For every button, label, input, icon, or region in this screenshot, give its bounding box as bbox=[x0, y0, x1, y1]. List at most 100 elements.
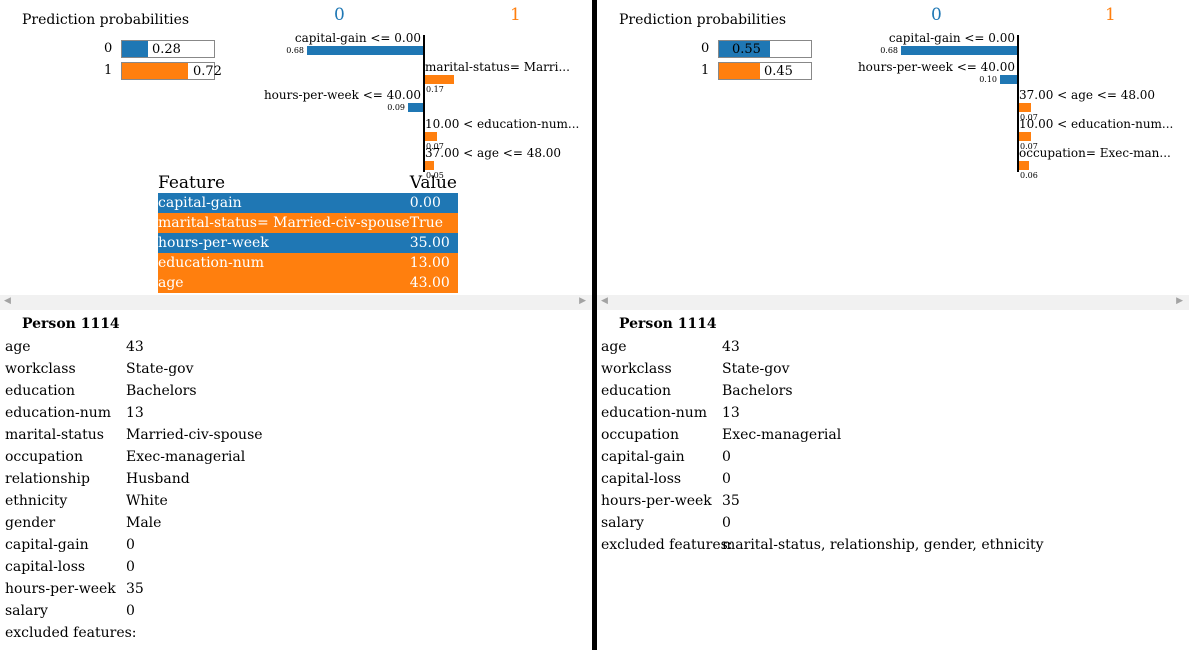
feature-weight-bar bbox=[901, 46, 1017, 55]
feature-weight-value: 0.68 bbox=[880, 46, 898, 55]
class-header-1: 1 bbox=[510, 5, 521, 25]
table-cell-value: 13.00 bbox=[409, 255, 450, 271]
person-attribute-row: salary 0 bbox=[5, 603, 585, 623]
feature-weight-value: 0.09 bbox=[387, 103, 405, 112]
probability-row: 1 0.72 bbox=[0, 62, 240, 80]
table-row: marital-status= Married-civ-spouse True bbox=[158, 213, 458, 233]
attribute-name: capital-loss bbox=[5, 559, 86, 575]
attribute-name: capital-loss bbox=[601, 471, 682, 487]
attribute-value: 0 bbox=[126, 537, 135, 553]
feature-condition-label: hours-per-week <= 40.00 bbox=[263, 88, 421, 102]
person-attribute-row: ethnicity White bbox=[5, 493, 585, 513]
table-cell-feature: capital-gain bbox=[158, 195, 242, 211]
scroll-left-arrow[interactable]: ◀ bbox=[601, 296, 608, 306]
horizontal-scrollbar[interactable]: ◀ ▶ bbox=[597, 295, 1189, 310]
attribute-value: 35 bbox=[722, 493, 740, 509]
class-header-0: 0 bbox=[931, 5, 942, 25]
probability-bar-track: 0.55 bbox=[718, 40, 812, 58]
person-attribute-row: education Bachelors bbox=[5, 383, 585, 403]
feature-weight-bar bbox=[425, 161, 434, 170]
explanation-panel-left: Prediction probabilities 0 0.28 1 0.72 0 1 capi… bbox=[0, 0, 592, 650]
attribute-name: ethnicity bbox=[5, 493, 68, 509]
probability-bar-track: 0.45 bbox=[718, 62, 812, 80]
attribute-name: hours-per-week bbox=[601, 493, 712, 509]
attribute-value: marital-status, relationship, gender, et… bbox=[722, 537, 1044, 553]
attribute-value: 43 bbox=[126, 339, 144, 355]
person-attribute-row: education-num 13 bbox=[5, 405, 585, 425]
probability-value: 0.45 bbox=[764, 64, 793, 79]
person-attribute-row: occupation Exec-managerial bbox=[5, 449, 585, 469]
table-cell-value: True bbox=[409, 215, 444, 231]
attribute-value: Bachelors bbox=[722, 383, 793, 399]
person-attribute-row: relationship Husband bbox=[5, 471, 585, 491]
person-attribute-row: salary 0 bbox=[601, 515, 1181, 535]
class-header-0: 0 bbox=[334, 5, 345, 25]
attribute-value: 0 bbox=[722, 515, 731, 531]
feature-weight-bar bbox=[408, 103, 423, 112]
person-attribute-row: capital-loss 0 bbox=[5, 559, 585, 579]
scroll-right-arrow[interactable]: ▶ bbox=[1176, 296, 1183, 306]
probability-bar-fill bbox=[122, 41, 148, 57]
attribute-name: capital-gain bbox=[601, 449, 685, 465]
table-cell-feature: hours-per-week bbox=[158, 235, 269, 251]
feature-condition-label: 10.00 < education-num... bbox=[1019, 117, 1174, 131]
attribute-name: occupation bbox=[601, 427, 679, 443]
probability-class-label: 1 bbox=[104, 63, 113, 78]
horizontal-scrollbar[interactable]: ◀ ▶ bbox=[0, 295, 592, 310]
table-row: hours-per-week 35.00 bbox=[158, 233, 458, 253]
feature-weight-value: 0.10 bbox=[979, 75, 997, 84]
feature-weight-value: 0.17 bbox=[426, 85, 444, 94]
feature-condition-label: hours-per-week <= 40.00 bbox=[857, 60, 1015, 74]
feature-weight-bar bbox=[425, 132, 437, 141]
explanation-panel-right: Prediction probabilities 0 0.55 1 0.45 0 1 capi… bbox=[597, 0, 1189, 650]
table-header-value: Value bbox=[409, 173, 457, 193]
probability-value: 0.55 bbox=[732, 42, 761, 57]
person-attribute-row: gender Male bbox=[5, 515, 585, 535]
feature-condition-label: 37.00 < age <= 48.00 bbox=[425, 146, 562, 160]
attribute-name: education-num bbox=[5, 405, 112, 421]
scroll-right-arrow[interactable]: ▶ bbox=[579, 296, 586, 306]
probability-value: 0.28 bbox=[152, 42, 181, 57]
feature-weight-value: 0.68 bbox=[286, 46, 304, 55]
person-title: Person 1114 bbox=[619, 316, 717, 332]
attribute-name: marital-status bbox=[5, 427, 104, 443]
probability-bar-track: 0.28 bbox=[121, 40, 215, 58]
feature-weight-bar bbox=[1000, 75, 1017, 84]
feature-condition-label: occupation= Exec-man... bbox=[1019, 146, 1171, 160]
attribute-value: State-gov bbox=[126, 361, 194, 377]
probability-value: 0.72 bbox=[193, 64, 222, 79]
table-cell-value: 43.00 bbox=[409, 275, 450, 291]
feature-condition-label: 37.00 < age <= 48.00 bbox=[1019, 88, 1156, 102]
table-cell-feature: age bbox=[158, 275, 184, 291]
attribute-value: Husband bbox=[126, 471, 190, 487]
attribute-name: hours-per-week bbox=[5, 581, 116, 597]
table-header-feature: Feature bbox=[158, 173, 226, 193]
attribute-value: 0 bbox=[722, 471, 731, 487]
attribute-name: age bbox=[5, 339, 31, 355]
class-header-1: 1 bbox=[1105, 5, 1116, 25]
scroll-left-arrow[interactable]: ◀ bbox=[4, 296, 11, 306]
attribute-name: age bbox=[601, 339, 627, 355]
probability-bar-track: 0.72 bbox=[121, 62, 222, 80]
table-header-row: Feature Value bbox=[158, 173, 458, 193]
person-attribute-row: hours-per-week 35 bbox=[5, 581, 585, 601]
person-attribute-row: marital-status Married-civ-spouse bbox=[5, 427, 585, 447]
probability-row: 0 0.55 bbox=[597, 40, 837, 58]
attribute-value: Male bbox=[126, 515, 162, 531]
person-attribute-row: hours-per-week 35 bbox=[601, 493, 1181, 513]
attribute-name: gender bbox=[5, 515, 56, 531]
attribute-value: 0 bbox=[126, 559, 135, 575]
feature-weight-value: 0.06 bbox=[1020, 171, 1038, 180]
feature-weight-bar bbox=[425, 75, 454, 84]
attribute-value: 0 bbox=[126, 603, 135, 619]
attribute-name: education bbox=[601, 383, 671, 399]
attribute-name: salary bbox=[601, 515, 644, 531]
attribute-value: State-gov bbox=[722, 361, 790, 377]
feature-condition-label: capital-gain <= 0.00 bbox=[294, 31, 421, 45]
attribute-value: 13 bbox=[722, 405, 740, 421]
probability-row: 0 0.28 bbox=[0, 40, 240, 58]
table-cell-feature: education-num bbox=[158, 255, 265, 271]
attribute-name: workclass bbox=[5, 361, 76, 377]
table-cell-value: 0.00 bbox=[409, 195, 441, 211]
prediction-probabilities-title: Prediction probabilities bbox=[619, 12, 787, 28]
